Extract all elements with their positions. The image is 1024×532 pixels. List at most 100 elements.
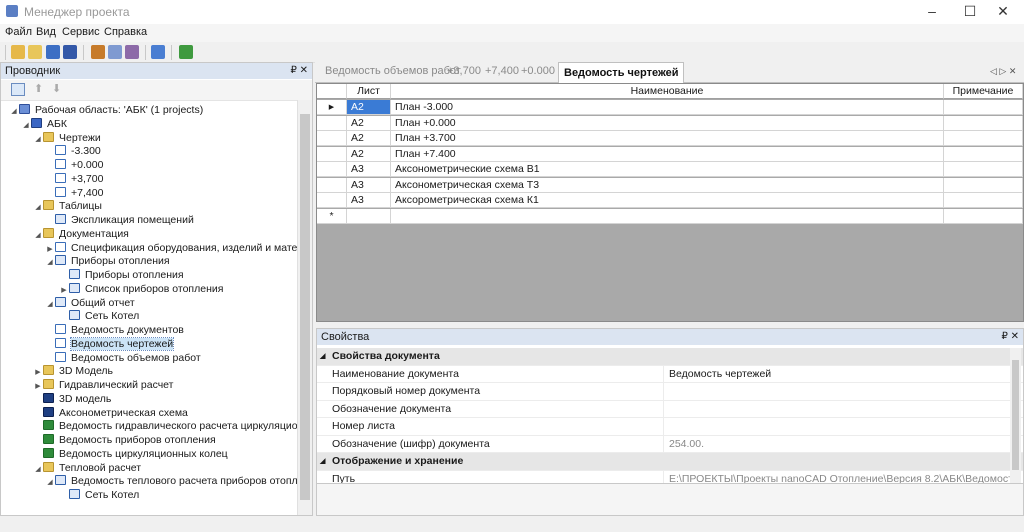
export-icon[interactable] bbox=[179, 45, 193, 59]
tree-node[interactable]: +0.000 bbox=[1, 158, 103, 172]
tree-node[interactable]: Ведомость приборов отопления bbox=[1, 433, 216, 447]
move-down-icon[interactable]: ⬇ bbox=[52, 82, 61, 95]
cell-note[interactable] bbox=[944, 193, 1023, 208]
move-up-icon[interactable]: ⬆ bbox=[34, 82, 43, 95]
tree-node[interactable]: Аксонометрическая схема bbox=[1, 406, 188, 420]
row-selector[interactable]: ▶ bbox=[317, 100, 347, 115]
row-selector[interactable] bbox=[317, 115, 347, 131]
property-row[interactable]: Обозначение (шифр) документа 254.00. bbox=[317, 435, 1023, 453]
new-row-cell[interactable] bbox=[347, 208, 391, 224]
property-value[interactable] bbox=[663, 383, 1016, 400]
tree-node[interactable]: ◢ Ведомость теплового расчета приборов от… bbox=[1, 474, 298, 488]
open-icon[interactable] bbox=[28, 45, 42, 59]
tree-node[interactable]: ◢ Тепловой расчет bbox=[1, 461, 141, 475]
save-all-icon[interactable] bbox=[63, 45, 77, 59]
explorer-pin-close[interactable]: ₽ ✕ bbox=[290, 63, 308, 79]
tab-volume-works[interactable]: Ведомость объемов работ bbox=[325, 65, 461, 77]
tab-plus-0000[interactable]: +0.000 bbox=[521, 65, 555, 77]
cell-name[interactable]: План -3.000 bbox=[391, 100, 944, 115]
property-row[interactable]: Номер листа bbox=[317, 418, 1023, 436]
tree-view-icon[interactable] bbox=[11, 83, 25, 96]
cell-note[interactable] bbox=[944, 115, 1023, 131]
tab-drawings-list[interactable]: Ведомость чертежей bbox=[558, 62, 685, 83]
tree-node[interactable]: Ведомость циркуляционных колец bbox=[1, 447, 228, 461]
new-project-icon[interactable] bbox=[11, 45, 25, 59]
add-icon[interactable] bbox=[151, 45, 165, 59]
cell-sheet[interactable]: А3 bbox=[347, 162, 391, 177]
category-display-storage[interactable]: ◢ Отображение и хранение bbox=[317, 453, 1023, 471]
menu-file[interactable]: Файл bbox=[5, 26, 32, 38]
cell-name[interactable]: План +0.000 bbox=[391, 115, 944, 131]
row-selector[interactable] bbox=[317, 131, 347, 146]
tree-node[interactable]: ▶ Гидравлический расчет bbox=[1, 378, 173, 392]
tree-node[interactable]: +7,400 bbox=[1, 186, 103, 200]
property-value[interactable]: 254.00. bbox=[663, 435, 1016, 453]
cell-sheet[interactable]: А2 bbox=[347, 100, 391, 115]
cell-note[interactable] bbox=[944, 100, 1023, 115]
tree-node[interactable]: ▶ Список приборов отопления bbox=[1, 282, 223, 296]
tree-node[interactable]: 3D модель bbox=[1, 392, 111, 406]
tree-node[interactable]: ▶ 3D Модель bbox=[1, 364, 113, 378]
tree-node[interactable]: ◢ Документация bbox=[1, 227, 129, 241]
cell-note[interactable] bbox=[944, 146, 1023, 162]
property-value[interactable]: Ведомость чертежей bbox=[663, 365, 1016, 383]
explorer-scroll-thumb[interactable] bbox=[300, 114, 310, 500]
tree-node[interactable]: ▶ Спецификация оборудования, изделий и ма… bbox=[1, 241, 298, 255]
tree-node[interactable]: ◢ АБК bbox=[1, 117, 67, 131]
column-header-name[interactable]: Наименование bbox=[391, 84, 944, 99]
cell-sheet[interactable]: А3 bbox=[347, 177, 391, 193]
document-icon[interactable] bbox=[108, 45, 122, 59]
cell-sheet[interactable]: А3 bbox=[347, 193, 391, 208]
cell-name[interactable]: План +3.700 bbox=[391, 131, 944, 146]
tree-node[interactable]: ◢ Общий отчет bbox=[1, 296, 135, 310]
cell-note[interactable] bbox=[944, 162, 1023, 177]
tab-plus-7400[interactable]: +7,400 bbox=[485, 65, 519, 77]
tree-node[interactable]: +3,700 bbox=[1, 172, 103, 186]
new-row-selector[interactable]: * bbox=[317, 208, 347, 224]
menu-help[interactable]: Справка bbox=[104, 26, 147, 38]
explorer-scrollbar[interactable] bbox=[297, 100, 312, 515]
new-row-cell[interactable] bbox=[391, 208, 944, 224]
cell-sheet[interactable]: А2 bbox=[347, 146, 391, 162]
tree-node[interactable]: ◢ Приборы отопления bbox=[1, 254, 170, 268]
close-button[interactable]: ✕ bbox=[980, 0, 1024, 24]
row-selector[interactable] bbox=[317, 146, 347, 162]
cell-sheet[interactable]: А2 bbox=[347, 131, 391, 146]
cell-note[interactable] bbox=[944, 177, 1023, 193]
cell-name[interactable]: Аксонометрическая схема Т3 bbox=[391, 177, 944, 193]
tree-node[interactable]: Сеть Котел bbox=[1, 309, 139, 323]
tree-node[interactable]: Сеть Котел bbox=[1, 488, 139, 502]
new-row-cell[interactable] bbox=[944, 208, 1023, 224]
property-row[interactable]: Наименование документа Ведомость чертежей bbox=[317, 365, 1023, 383]
menu-service[interactable]: Сервис bbox=[62, 26, 100, 38]
row-selector[interactable] bbox=[317, 162, 347, 177]
property-row[interactable]: Порядковый номер документа bbox=[317, 383, 1023, 401]
cell-sheet[interactable]: А2 bbox=[347, 115, 391, 131]
property-row[interactable]: Обозначение документа bbox=[317, 400, 1023, 418]
cell-name[interactable]: Аксорометрическая схема К1 bbox=[391, 193, 944, 208]
column-header-sheet[interactable]: Лист bbox=[347, 84, 391, 99]
cell-name[interactable]: План +7.400 bbox=[391, 146, 944, 162]
tree-node[interactable]: Экспликация помещений bbox=[1, 213, 194, 227]
tree-node[interactable]: ◢ Рабочая область: 'АБК' (1 projects) bbox=[1, 103, 203, 117]
properties-scrollbar[interactable] bbox=[1010, 348, 1021, 483]
property-value[interactable] bbox=[663, 418, 1016, 435]
tree-node[interactable]: -3.300 bbox=[1, 144, 101, 158]
tree-node[interactable]: Ведомость документов bbox=[1, 323, 184, 337]
tree-node[interactable]: Приборы отопления bbox=[1, 268, 184, 282]
tree-node[interactable]: Ведомость гидравлического расчета циркул… bbox=[1, 419, 298, 433]
menu-view[interactable]: Вид bbox=[36, 26, 56, 38]
collapse-icon[interactable]: ◢ bbox=[320, 453, 325, 470]
column-header-note[interactable]: Примечание bbox=[944, 84, 1023, 99]
property-value[interactable] bbox=[663, 400, 1016, 418]
row-selector[interactable] bbox=[317, 193, 347, 208]
category-document-properties[interactable]: ◢ Свойства документа bbox=[317, 348, 1023, 366]
properties-scroll-thumb[interactable] bbox=[1012, 360, 1019, 470]
tab-plus-3700[interactable]: +3,700 bbox=[447, 65, 481, 77]
save-icon[interactable] bbox=[46, 45, 60, 59]
tab-navigation[interactable]: ◁ ▷ ✕ bbox=[990, 66, 1016, 77]
properties-pin-close[interactable]: ₽ ✕ bbox=[1001, 329, 1019, 345]
tree-node[interactable]: Ведомость чертежей bbox=[1, 336, 175, 351]
tree-node[interactable]: Ведомость объемов работ bbox=[1, 351, 201, 365]
tree-node[interactable]: ◢ Чертежи bbox=[1, 131, 101, 145]
